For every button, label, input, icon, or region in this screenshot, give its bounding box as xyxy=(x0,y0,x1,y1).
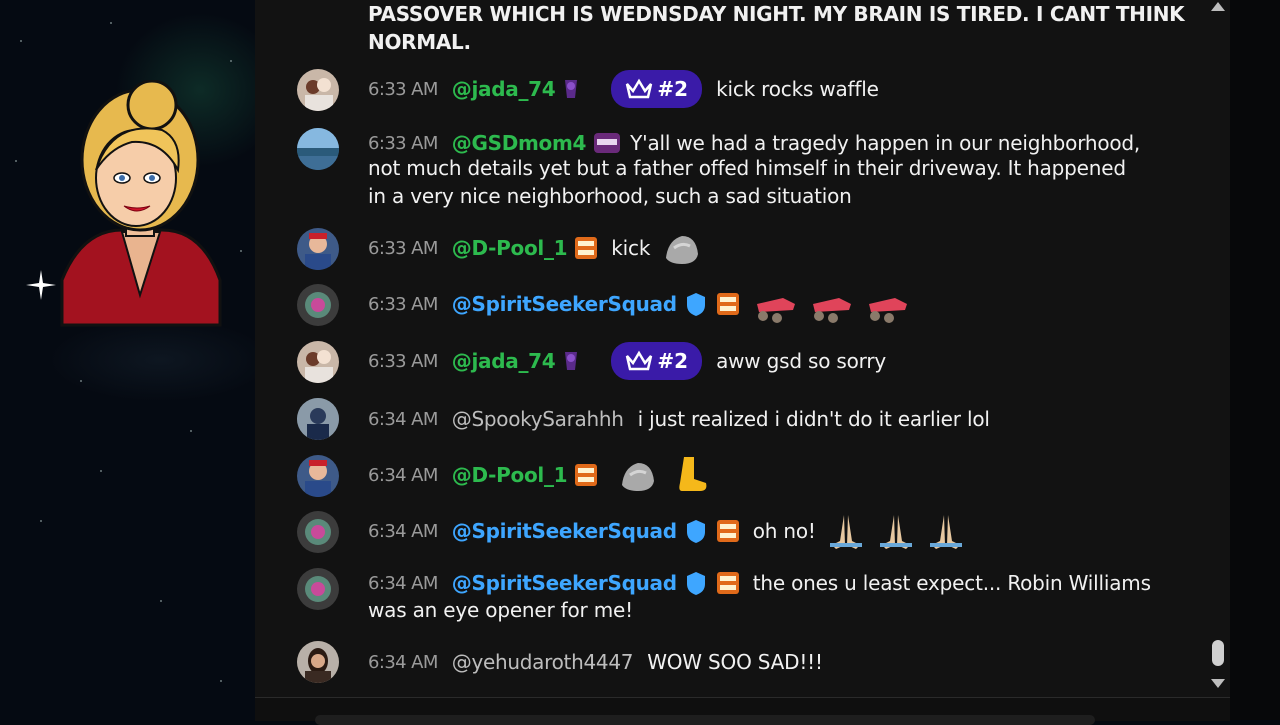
wat-member-badge-icon xyxy=(716,572,739,594)
avatar[interactable] xyxy=(297,341,339,383)
rock-emoji xyxy=(622,463,655,491)
author-name[interactable]: @SpiritSeekerSquad xyxy=(452,292,677,316)
avatar[interactable] xyxy=(297,568,339,610)
author-name[interactable]: @GSDmom4 xyxy=(452,131,587,155)
message-text: WOW SOO SAD!!! xyxy=(647,650,823,674)
timestamp: 6:33 AM xyxy=(368,78,438,100)
avatar[interactable] xyxy=(297,455,339,497)
sparkle-icon xyxy=(26,270,56,300)
author-name[interactable]: @jada_74 xyxy=(452,349,556,373)
message-text: PASSOVER WHICH IS WEDNSDAY NIGHT. MY BRA… xyxy=(368,2,1185,26)
avatar[interactable] xyxy=(297,641,339,683)
wat-member-badge-icon xyxy=(575,237,598,259)
star xyxy=(240,250,242,252)
wat-member-badge-icon xyxy=(575,464,598,486)
scroll-down-arrow[interactable] xyxy=(1211,679,1225,688)
star xyxy=(40,520,42,522)
author-name[interactable]: @SpiritSeekerSquad xyxy=(452,571,677,595)
message-text: i just realized i didn't do it earlier l… xyxy=(637,407,990,431)
rank-badge: #2 xyxy=(611,70,703,108)
crown-icon xyxy=(626,78,653,99)
message-text: not much details yet but a father offed … xyxy=(368,156,1126,180)
timestamp: 6:34 AM xyxy=(368,520,438,542)
scroll-up-arrow[interactable] xyxy=(1211,2,1225,11)
star xyxy=(110,22,112,24)
message-text: was an eye opener for me! xyxy=(368,598,633,622)
rock-emoji xyxy=(666,236,699,264)
message-text: oh no! xyxy=(752,519,816,543)
timestamp: 6:33 AM xyxy=(368,350,438,372)
verified-shield-icon xyxy=(686,572,705,595)
author-name[interactable]: @yehudaroth4447 xyxy=(452,650,634,674)
verified-shield-icon xyxy=(686,293,705,316)
star xyxy=(80,380,82,382)
message-text: NORMAL. xyxy=(368,30,471,54)
sneaker-rocks-emoji xyxy=(868,298,907,323)
author-name[interactable]: @D-Pool_1 xyxy=(452,236,568,260)
avatar[interactable] xyxy=(297,69,339,111)
avatar[interactable] xyxy=(297,128,339,170)
member-badge-icon xyxy=(565,352,578,370)
wat-member-badge-icon xyxy=(716,520,739,542)
chat-input-area xyxy=(255,697,1230,725)
rank-label: #2 xyxy=(657,77,689,101)
member-badge-icon xyxy=(565,80,578,98)
star xyxy=(230,60,232,62)
timestamp: 6:33 AM xyxy=(368,237,438,259)
avatar[interactable] xyxy=(297,398,339,440)
star xyxy=(160,600,162,602)
author-name[interactable]: @jada_74 xyxy=(452,77,556,101)
avatar[interactable] xyxy=(297,511,339,553)
streamer-avatar-illustration xyxy=(60,80,222,327)
timestamp: 6:34 AM xyxy=(368,464,438,486)
timestamp: 6:34 AM xyxy=(368,572,438,594)
wat-member-badge-icon xyxy=(716,293,739,315)
message-text: the ones u least expect... Robin William… xyxy=(752,571,1151,595)
rank-label: #2 xyxy=(657,349,689,373)
sneaker-rocks-emoji xyxy=(812,298,851,323)
pray-emoji xyxy=(879,515,912,549)
crown-icon xyxy=(626,350,653,371)
star xyxy=(15,160,17,162)
message-text: in a very nice neighborhood, such a sad … xyxy=(368,184,852,208)
timestamp: 6:33 AM xyxy=(368,293,438,315)
timestamp: 6:33 AM xyxy=(368,132,438,154)
rank-badge: #2 xyxy=(611,342,703,380)
message-text: kick rocks waffle xyxy=(716,77,879,101)
message-text: Y'all we had a tragedy happen in our nei… xyxy=(630,131,1141,155)
member-sticker-badge-icon xyxy=(594,133,621,153)
avatar[interactable] xyxy=(297,284,339,326)
right-edge-panel xyxy=(1230,0,1280,720)
streamer-overlay-panel xyxy=(0,0,255,720)
star xyxy=(20,40,22,42)
chat-input[interactable] xyxy=(315,715,1095,725)
pray-emoji xyxy=(929,515,962,549)
timestamp: 6:34 AM xyxy=(368,651,438,673)
avatar[interactable] xyxy=(297,228,339,270)
scrollbar-thumb[interactable] xyxy=(1212,640,1224,666)
message-text: kick xyxy=(611,236,651,260)
author-name[interactable]: @SpookySarahhh xyxy=(452,407,624,431)
star xyxy=(190,430,192,432)
message-text: aww gsd so sorry xyxy=(716,349,886,373)
live-chat-panel: PASSOVER WHICH IS WEDNSDAY NIGHT. MY BRA… xyxy=(255,0,1230,697)
star xyxy=(100,470,102,472)
timestamp: 6:34 AM xyxy=(368,408,438,430)
verified-shield-icon xyxy=(686,520,705,543)
star xyxy=(220,680,222,682)
author-name[interactable]: @SpiritSeekerSquad xyxy=(452,519,677,543)
sneaker-rocks-emoji xyxy=(756,298,795,323)
author-name[interactable]: @D-Pool_1 xyxy=(452,463,568,487)
foot-emoji xyxy=(679,457,707,491)
pray-emoji xyxy=(829,515,862,549)
